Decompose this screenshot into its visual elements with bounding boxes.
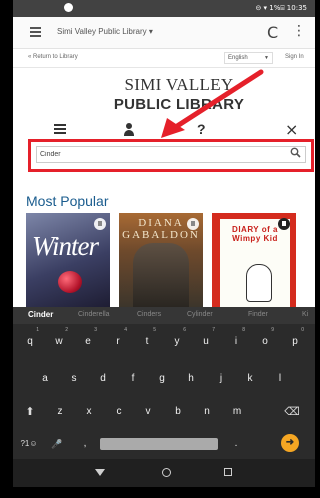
key-f[interactable]: f bbox=[119, 366, 147, 392]
key-i[interactable]: i8 bbox=[222, 327, 250, 355]
system-nav-bar bbox=[13, 459, 315, 487]
close-icon[interactable]: × bbox=[285, 120, 298, 139]
mic-icon[interactable]: 🎤 bbox=[43, 431, 71, 457]
cover-figure bbox=[133, 243, 189, 307]
notification-icon bbox=[64, 3, 73, 12]
key-a[interactable]: a bbox=[31, 366, 59, 392]
go-key[interactable]: ➜ bbox=[281, 434, 299, 452]
device-frame: ⊝ ▾ 1%⌸ 10:35 Simi Valley Public Library… bbox=[0, 0, 315, 498]
key-q[interactable]: q1 bbox=[16, 327, 44, 355]
book-carousel: Winter DIANA GABALDON DIARY of a Wimpy K… bbox=[13, 213, 315, 307]
key-p[interactable]: p0 bbox=[281, 327, 309, 355]
annotation-arrow bbox=[161, 69, 264, 138]
chevron-down-icon: ▼ bbox=[264, 55, 269, 61]
bookmark-icon[interactable] bbox=[94, 218, 106, 230]
suggestion-strip: Cinder Cinderella Cinders Cylinder Finde… bbox=[13, 307, 315, 324]
suggestion-item[interactable]: Cinders bbox=[137, 311, 161, 318]
key-l[interactable]: l bbox=[266, 366, 294, 392]
book-title-art: Winter bbox=[32, 231, 99, 261]
space-bar[interactable] bbox=[100, 438, 218, 450]
key-t[interactable]: t5 bbox=[133, 327, 161, 355]
device-screen: ⊝ ▾ 1%⌸ 10:35 Simi Valley Public Library… bbox=[13, 0, 315, 487]
book-title-art: DIARY of a Wimpy Kid bbox=[232, 225, 278, 243]
language-select[interactable]: English ▼ bbox=[224, 52, 273, 64]
most-popular-heading: Most Popular bbox=[26, 193, 109, 209]
key-m[interactable]: m bbox=[223, 399, 251, 425]
cover-figure bbox=[246, 264, 272, 302]
home-icon[interactable] bbox=[162, 468, 171, 477]
keyboard-row-1: q1 w2 e3 r4 t5 y6 u7 i8 o9 p0 bbox=[13, 327, 315, 355]
tab-title[interactable]: Simi Valley Public Library ▾ bbox=[57, 27, 153, 36]
key-k[interactable]: k bbox=[236, 366, 264, 392]
highlight-box bbox=[28, 139, 314, 172]
period-key[interactable]: . bbox=[222, 431, 250, 457]
back-icon[interactable] bbox=[95, 469, 105, 476]
key-w[interactable]: w2 bbox=[45, 327, 73, 355]
key-r[interactable]: r4 bbox=[104, 327, 132, 355]
key-e[interactable]: e3 bbox=[74, 327, 102, 355]
cover-inner: DIARY of a Wimpy Kid bbox=[220, 219, 290, 307]
bookmark-icon[interactable] bbox=[278, 218, 290, 230]
book-cover-winter[interactable]: Winter bbox=[26, 213, 110, 307]
language-value: English bbox=[228, 55, 248, 61]
book-cover-wimpy-kid[interactable]: DIARY of a Wimpy Kid bbox=[212, 213, 296, 307]
key-x[interactable]: x bbox=[75, 399, 103, 425]
comma-key[interactable]: , bbox=[71, 431, 99, 457]
keyboard-row-3: ⬆ z x c v b n m ⌫ bbox=[13, 399, 315, 425]
suggestion-item[interactable]: Cylinder bbox=[187, 311, 213, 318]
symbols-key[interactable]: ?1☺ bbox=[15, 431, 43, 457]
hamburger-icon[interactable] bbox=[30, 27, 41, 37]
suggestion-item[interactable]: Ki bbox=[302, 311, 308, 318]
keyboard-row-4: ?1☺ 🎤 , . ➜ bbox=[13, 431, 315, 457]
shift-key[interactable]: ⬆ bbox=[16, 399, 44, 425]
key-o[interactable]: o9 bbox=[251, 327, 279, 355]
key-n[interactable]: n bbox=[193, 399, 221, 425]
suggestion-item[interactable]: Cinderella bbox=[78, 311, 110, 318]
book-cover-outlander[interactable]: DIANA GABALDON bbox=[119, 213, 203, 307]
menu-icon[interactable] bbox=[54, 124, 66, 136]
key-d[interactable]: d bbox=[89, 366, 117, 392]
key-v[interactable]: v bbox=[134, 399, 162, 425]
key-u[interactable]: u7 bbox=[192, 327, 220, 355]
bookmark-icon[interactable] bbox=[187, 218, 199, 230]
onscreen-keyboard: Cinder Cinderella Cinders Cylinder Finde… bbox=[13, 307, 315, 459]
apple-art bbox=[58, 271, 82, 293]
keyboard-row-2: a s d f g h j k l bbox=[13, 366, 315, 392]
key-s[interactable]: s bbox=[60, 366, 88, 392]
key-j[interactable]: j bbox=[207, 366, 235, 392]
return-to-library-link[interactable]: « Return to Library bbox=[28, 54, 78, 60]
key-h[interactable]: h bbox=[177, 366, 205, 392]
status-indicators: ⊝ ▾ 1%⌸ 10:35 bbox=[255, 4, 307, 12]
status-bar: ⊝ ▾ 1%⌸ 10:35 bbox=[13, 0, 315, 17]
key-g[interactable]: g bbox=[148, 366, 176, 392]
reload-icon[interactable]: C bbox=[267, 23, 278, 42]
key-y[interactable]: y6 bbox=[163, 327, 191, 355]
key-z[interactable]: z bbox=[46, 399, 74, 425]
user-icon[interactable] bbox=[123, 123, 135, 137]
suggestion-item[interactable]: Cinder bbox=[28, 310, 53, 319]
key-b[interactable]: b bbox=[164, 399, 192, 425]
more-vert-icon[interactable]: ⋮ bbox=[292, 23, 306, 39]
delete-key[interactable]: ⌫ bbox=[278, 399, 306, 425]
browser-toolbar: Simi Valley Public Library ▾ C ⋮ bbox=[13, 17, 315, 49]
recents-icon[interactable] bbox=[224, 468, 232, 476]
suggestion-item[interactable]: Finder bbox=[248, 311, 268, 318]
key-c[interactable]: c bbox=[105, 399, 133, 425]
sign-in-link[interactable]: Sign In bbox=[285, 54, 304, 60]
